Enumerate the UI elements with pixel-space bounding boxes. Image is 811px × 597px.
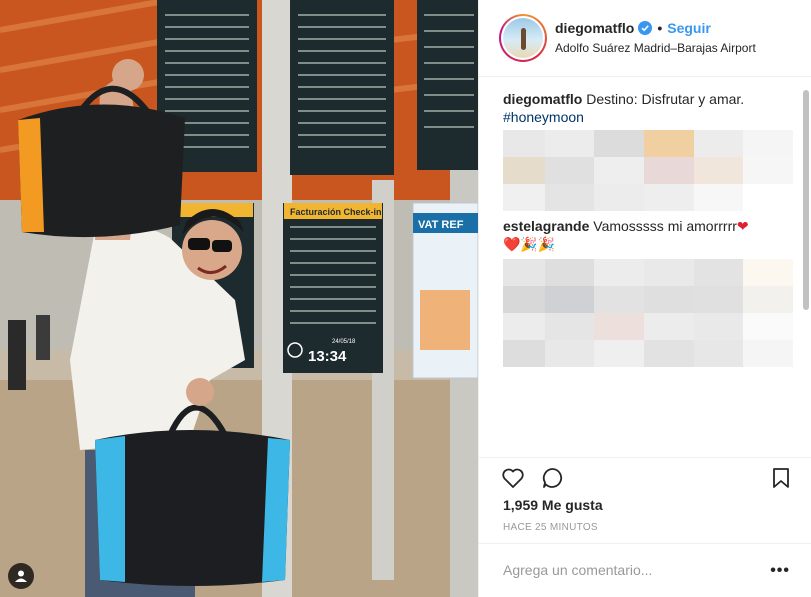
blurred-cell [503, 130, 545, 157]
blurred-cell [693, 313, 744, 340]
blurred-cell [743, 259, 793, 286]
blurred-cell [743, 286, 793, 313]
blurred-cell [544, 259, 595, 286]
comments-list[interactable]: diegomatflo Destino: Disfrutar y amar. #… [503, 90, 793, 455]
blurred-comment-block [503, 130, 793, 211]
post-timestamp[interactable]: HACE 25 MINUTOS [503, 522, 598, 533]
blurred-cell [594, 286, 644, 313]
board-clock: 13:34 [308, 348, 347, 365]
avatar[interactable] [499, 14, 547, 62]
comment-input[interactable] [503, 562, 753, 578]
blurred-cell [594, 259, 644, 286]
blurred-cell [693, 184, 744, 211]
post-details-panel: diegomatflo • Seguir Adolfo Suárez Madri… [478, 0, 811, 597]
hashtag-link[interactable]: #honeymoon [503, 109, 584, 125]
blurred-cell [544, 340, 595, 367]
person-tag-icon [15, 570, 27, 582]
blurred-cell [693, 259, 744, 286]
blurred-cell [693, 130, 744, 157]
blurred-cell [503, 340, 545, 367]
likes-count[interactable]: 1,959 Me gusta [503, 497, 603, 513]
post-header: diegomatflo • Seguir Adolfo Suárez Madri… [479, 0, 811, 77]
speech-bubble-icon[interactable] [541, 466, 565, 490]
blurred-cell [743, 130, 793, 157]
comment-emoji-line: ❤️🎉🎉 [503, 236, 556, 252]
blurred-cell [644, 184, 694, 211]
blurred-cell [594, 157, 644, 184]
comment-text: Vamosssss mi amorrrrr [593, 218, 737, 234]
comment-username-link[interactable]: estelagrande [503, 218, 589, 234]
blurred-cell [503, 313, 545, 340]
blurred-cell [544, 313, 595, 340]
more-options-button[interactable]: ••• [770, 562, 790, 580]
tag-user-button[interactable] [8, 563, 34, 589]
location-link[interactable]: Adolfo Suárez Madrid–Barajas Airport [555, 41, 756, 55]
blurred-cell [644, 157, 694, 184]
heart-emoji: ❤ [736, 218, 749, 234]
blurred-cell [503, 259, 545, 286]
comment-item: estelagrande Vamosssss mi amorrrrr❤ ❤️🎉🎉 [503, 217, 793, 253]
username-row: diegomatflo • Seguir [555, 20, 711, 36]
blurred-cell [644, 340, 694, 367]
heart-outline-icon[interactable] [501, 466, 525, 490]
post-photo[interactable]: Facturación Check-in 13:34 24/05/18 VAT … [0, 0, 478, 597]
blurred-cell [544, 286, 595, 313]
separator-dot: • [657, 20, 663, 36]
action-bar [479, 457, 811, 497]
blurred-cell [544, 184, 595, 211]
blurred-cell [693, 340, 744, 367]
blurred-cell [503, 286, 545, 313]
blurred-cell [693, 157, 744, 184]
blurred-cell [594, 313, 644, 340]
add-comment-bar: ••• [479, 543, 811, 597]
blurred-cell [644, 313, 694, 340]
blurred-cell [644, 286, 694, 313]
blurred-cell [743, 157, 793, 184]
caption: diegomatflo Destino: Disfrutar y amar. #… [503, 90, 793, 126]
blurred-cell [743, 340, 793, 367]
follow-button[interactable]: Seguir [667, 20, 711, 36]
comments-scrollbar[interactable] [803, 90, 809, 310]
blurred-cell [503, 184, 545, 211]
blurred-cell [544, 157, 595, 184]
blurred-cell [693, 286, 744, 313]
caption-username-link[interactable]: diegomatflo [503, 91, 582, 107]
vat-sign-text: VAT REF [418, 219, 464, 231]
caption-text: Destino: Disfrutar y amar. [586, 91, 745, 107]
verified-badge-icon [638, 21, 653, 35]
avatar-image [503, 18, 543, 58]
blurred-cell [594, 184, 644, 211]
blurred-cell [743, 184, 793, 211]
blurred-cell [544, 130, 595, 157]
blurred-cell [594, 340, 644, 367]
blurred-cell [644, 130, 694, 157]
bookmark-icon[interactable] [769, 466, 793, 490]
header-username-link[interactable]: diegomatflo [555, 20, 634, 36]
blurred-cell [594, 130, 644, 157]
photo-illustration: Facturación Check-in 13:34 24/05/18 VAT … [0, 0, 478, 597]
blurred-comment-block [503, 259, 793, 367]
blurred-cell [503, 157, 545, 184]
board-date: 24/05/18 [332, 339, 356, 345]
blurred-cell [743, 313, 793, 340]
board-sign-text: Facturación Check-in [290, 207, 382, 217]
blurred-cell [644, 259, 694, 286]
